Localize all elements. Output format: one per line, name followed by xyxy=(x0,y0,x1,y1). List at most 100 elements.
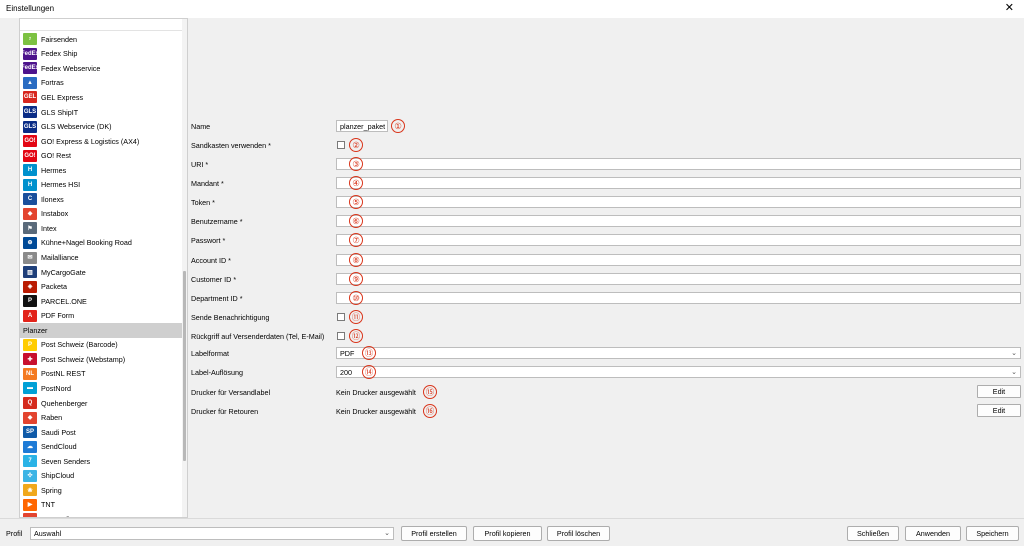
sandbox-checkbox[interactable] xyxy=(337,141,345,149)
sidebar-item-fedex-ship[interactable]: FedEx Fedex Ship xyxy=(20,47,183,62)
sidebar-item-saudi-post[interactable]: SP Saudi Post xyxy=(20,425,183,440)
edit-printer-shipping-button[interactable]: Edit xyxy=(977,385,1021,398)
sidebar-item-label: GO! Express & Logistics (AX4) xyxy=(41,136,140,146)
chevron-down-icon: ⌄ xyxy=(1011,350,1017,357)
marker-11: ⑪ xyxy=(349,310,363,324)
sidebar-item-label: Quehenberger xyxy=(41,398,88,408)
copy-profile-button[interactable]: Profil kopieren xyxy=(473,526,542,541)
close-icon[interactable]: ✕ xyxy=(1005,2,1014,14)
quehenberger-icon: Q xyxy=(23,397,37,409)
sidebar-item-seven-senders[interactable]: 7 Seven Senders xyxy=(20,454,183,469)
sidebar-item-label: Fedex Webservice xyxy=(41,63,101,73)
sandbox-label: Sandkasten verwenden * xyxy=(191,141,271,150)
profile-select[interactable]: Auswahl ⌄ xyxy=(30,527,394,540)
sidebar-item-hermes-hsi[interactable]: H Hermes HSI xyxy=(20,178,183,193)
post-schweiz-icon: ✚ xyxy=(23,353,37,366)
marker-4: ④ xyxy=(349,176,363,190)
sidebar-item-label: Ilonexs xyxy=(41,194,64,204)
sidebar-item-postnord[interactable]: ▬ PostNord xyxy=(20,381,183,396)
uri-input[interactable] xyxy=(336,158,1021,170)
sendcloud-icon: ☁ xyxy=(23,440,37,453)
sidebar-item-raben[interactable]: ◆ Raben xyxy=(20,410,183,425)
create-profile-button[interactable]: Profil erstellen xyxy=(401,526,467,541)
marker-3: ③ xyxy=(349,157,363,171)
sidebar-item-label: GLS ShipIT xyxy=(41,107,79,117)
label-resolution-select[interactable]: 200 ⌄ xyxy=(336,366,1021,378)
row-token: Token * ⑤ xyxy=(188,195,1024,209)
username-label: Benutzername * xyxy=(191,217,243,226)
sidebar-item-gls-webservice-dk[interactable]: GLS GLS Webservice (DK) xyxy=(20,119,183,134)
printer-shipping-value: Kein Drucker ausgewählt xyxy=(336,388,416,397)
post-schweiz-icon: P xyxy=(23,338,37,351)
username-input[interactable] xyxy=(336,215,1021,227)
sidebar-item-go-express-logistics-ax4[interactable]: GO! GO! Express & Logistics (AX4) xyxy=(20,134,183,149)
sidebar-item-ilonexs[interactable]: C Ilonexs xyxy=(20,192,183,207)
notify-checkbox[interactable] xyxy=(337,313,345,321)
printer-shipping-label: Drucker für Versandlabel xyxy=(191,388,271,397)
apply-button[interactable]: Anwenden xyxy=(905,526,961,541)
sidebar-item-fairsenden[interactable]: ⸗ Fairsenden xyxy=(20,32,183,47)
close-button[interactable]: Schließen xyxy=(847,526,899,541)
fallback-checkbox[interactable] xyxy=(337,332,345,340)
sidebar-scrollbar[interactable] xyxy=(182,19,187,517)
row-printer-returns: Drucker für Retouren Kein Drucker ausgew… xyxy=(188,404,1024,418)
name-label: Name xyxy=(191,122,211,131)
save-button[interactable]: Speichern xyxy=(966,526,1019,541)
sidebar-item-planzer[interactable]: Planzer xyxy=(20,323,183,338)
sidebar-item-label: Saudi Post xyxy=(41,427,76,437)
sidebar-item-mailalliance[interactable]: ✉ Mailalliance xyxy=(20,250,183,265)
marker-13: ⑬ xyxy=(362,346,376,360)
sidebar-item-go-rest[interactable]: GO! GO! Rest xyxy=(20,148,183,163)
sidebar-item-shipcloud[interactable]: ✣ ShipCloud xyxy=(20,469,183,484)
sidebar-item-postnl-rest[interactable]: NL PostNL REST xyxy=(20,367,183,382)
password-input[interactable] xyxy=(336,234,1021,246)
sidebar-item-intex[interactable]: ⚑ Intex xyxy=(20,221,183,236)
go-express-icon: GO! xyxy=(23,149,37,162)
spring-icon: ❀ xyxy=(23,484,37,497)
gel-express-icon: GEL xyxy=(23,91,37,104)
sidebar-item-label: PDF Form xyxy=(41,311,75,321)
sidebar-item-parcel-one[interactable]: P PARCEL.ONE xyxy=(20,294,183,309)
row-username: Benutzername * ⑥ xyxy=(188,214,1024,228)
token-input[interactable] xyxy=(336,196,1021,208)
sidebar-item-quehenberger[interactable]: Q Quehenberger xyxy=(20,396,183,411)
postnord-icon: ▬ xyxy=(23,382,37,395)
mandant-input[interactable] xyxy=(336,177,1021,189)
fairsenden-icon: ⸗ xyxy=(23,33,37,46)
sidebar-item-label: GEL Express xyxy=(41,92,84,102)
notify-label: Sende Benachrichtigung xyxy=(191,313,270,322)
token-label: Token * xyxy=(191,198,215,207)
sidebar-item-sendcloud[interactable]: ☁ SendCloud xyxy=(20,439,183,454)
account-id-input[interactable] xyxy=(336,254,1021,266)
pdf-icon: A xyxy=(23,309,37,322)
delete-profile-button[interactable]: Profil löschen xyxy=(547,526,610,541)
sidebar-item-pdf-form[interactable]: A PDF Form xyxy=(20,308,183,323)
carrier-list[interactable]: ⸗ Fairsenden FedEx Fedex Ship FedEx Fedex Web… xyxy=(19,18,188,518)
sidebar-item-gls-shipit[interactable]: GLS GLS ShipIT xyxy=(20,105,183,120)
window-titlebar: Einstellungen ✕ xyxy=(0,0,1024,18)
sidebar-item-k-hne-nagel-booking-road[interactable]: ⊕ Kühne+Nagel Booking Road xyxy=(20,236,183,251)
sidebar-item-fortras[interactable]: ▲ Fortras xyxy=(20,76,183,91)
sidebar-item-tnt[interactable]: ▶ TNT xyxy=(20,498,183,513)
customer-id-input[interactable] xyxy=(336,273,1021,285)
department-id-input[interactable] xyxy=(336,292,1021,304)
label-format-select[interactable]: PDF ⌄ xyxy=(336,347,1021,359)
sidebar-item-mycargogate[interactable]: ▥ MyCargoGate xyxy=(20,265,183,280)
scrollbar-thumb[interactable] xyxy=(183,271,186,461)
customer-id-label: Customer ID * xyxy=(191,275,237,284)
edit-printer-returns-button[interactable]: Edit xyxy=(977,404,1021,417)
sidebar-item-label: MyCargoGate xyxy=(41,267,86,277)
marker-9: ⑨ xyxy=(349,272,363,286)
sidebar-item-label: Fortras xyxy=(41,78,64,88)
sidebar-item-fedex-webservice[interactable]: FedEx Fedex Webservice xyxy=(20,61,183,76)
sidebar-item-label: PARCEL.ONE xyxy=(41,296,87,306)
sidebar-item-post-schweiz-webstamp[interactable]: ✚ Post Schweiz (Webstamp) xyxy=(20,352,183,367)
sidebar-item-hermes[interactable]: H Hermes xyxy=(20,163,183,178)
name-input[interactable]: planzer_paket xyxy=(336,120,388,132)
sidebar-item-packeta[interactable]: ◈ Packeta xyxy=(20,279,183,294)
sidebar-item-label: TNT xyxy=(41,500,55,510)
sidebar-item-gel-express[interactable]: GEL GEL Express xyxy=(20,90,183,105)
sidebar-item-post-schweiz-barcode[interactable]: P Post Schweiz (Barcode) xyxy=(20,338,183,353)
sidebar-item-spring[interactable]: ❀ Spring xyxy=(20,483,183,498)
sidebar-item-instabox[interactable]: ◆ Instabox xyxy=(20,207,183,222)
